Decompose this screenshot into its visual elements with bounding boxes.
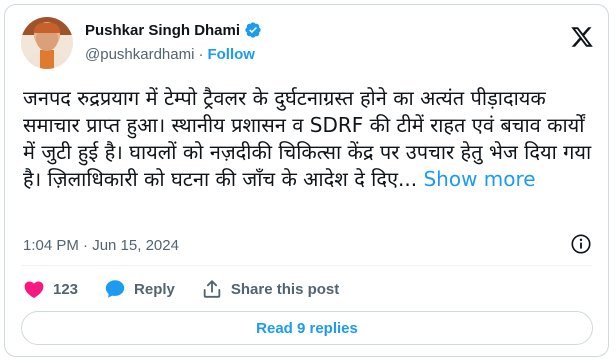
avatar[interactable] bbox=[21, 17, 73, 69]
handle-row: @pushkardhami · Follow bbox=[85, 46, 255, 63]
share-label: Share this post bbox=[230, 280, 340, 298]
share-icon bbox=[203, 280, 221, 298]
tweet-text: जनपद रुद्रप्रयाग में टेम्पो ट्रैवलर के द… bbox=[23, 85, 598, 193]
show-more-link[interactable]: Show more bbox=[423, 167, 535, 191]
share-button[interactable]: Share this post bbox=[201, 278, 339, 300]
author-handle[interactable]: @pushkardhami bbox=[85, 46, 194, 63]
x-logo-icon[interactable] bbox=[570, 25, 594, 49]
info-icon[interactable] bbox=[570, 233, 592, 255]
reply-bubble-icon bbox=[105, 280, 125, 298]
author-name[interactable]: Pushkar Singh Dhami bbox=[85, 22, 240, 39]
tweet-card: Pushkar Singh Dhami @pushkardhami · Foll… bbox=[4, 4, 609, 357]
verified-badge-icon bbox=[245, 22, 261, 38]
heart-icon bbox=[24, 281, 44, 298]
read-replies-button[interactable]: Read 9 replies bbox=[21, 311, 593, 345]
reply-label: Reply bbox=[134, 280, 175, 298]
action-bar: 123 Reply Share this post bbox=[23, 278, 365, 300]
separator-dot: · bbox=[198, 46, 204, 63]
author-name-row: Pushkar Singh Dhami bbox=[85, 21, 262, 39]
divider bbox=[21, 265, 592, 266]
like-count: 123 bbox=[53, 280, 79, 298]
like-button[interactable]: 123 bbox=[23, 278, 78, 300]
tweet-timestamp[interactable]: 1:04 PM · Jun 15, 2024 bbox=[23, 237, 179, 254]
follow-button[interactable]: Follow bbox=[207, 46, 255, 63]
reply-button[interactable]: Reply bbox=[104, 278, 175, 300]
